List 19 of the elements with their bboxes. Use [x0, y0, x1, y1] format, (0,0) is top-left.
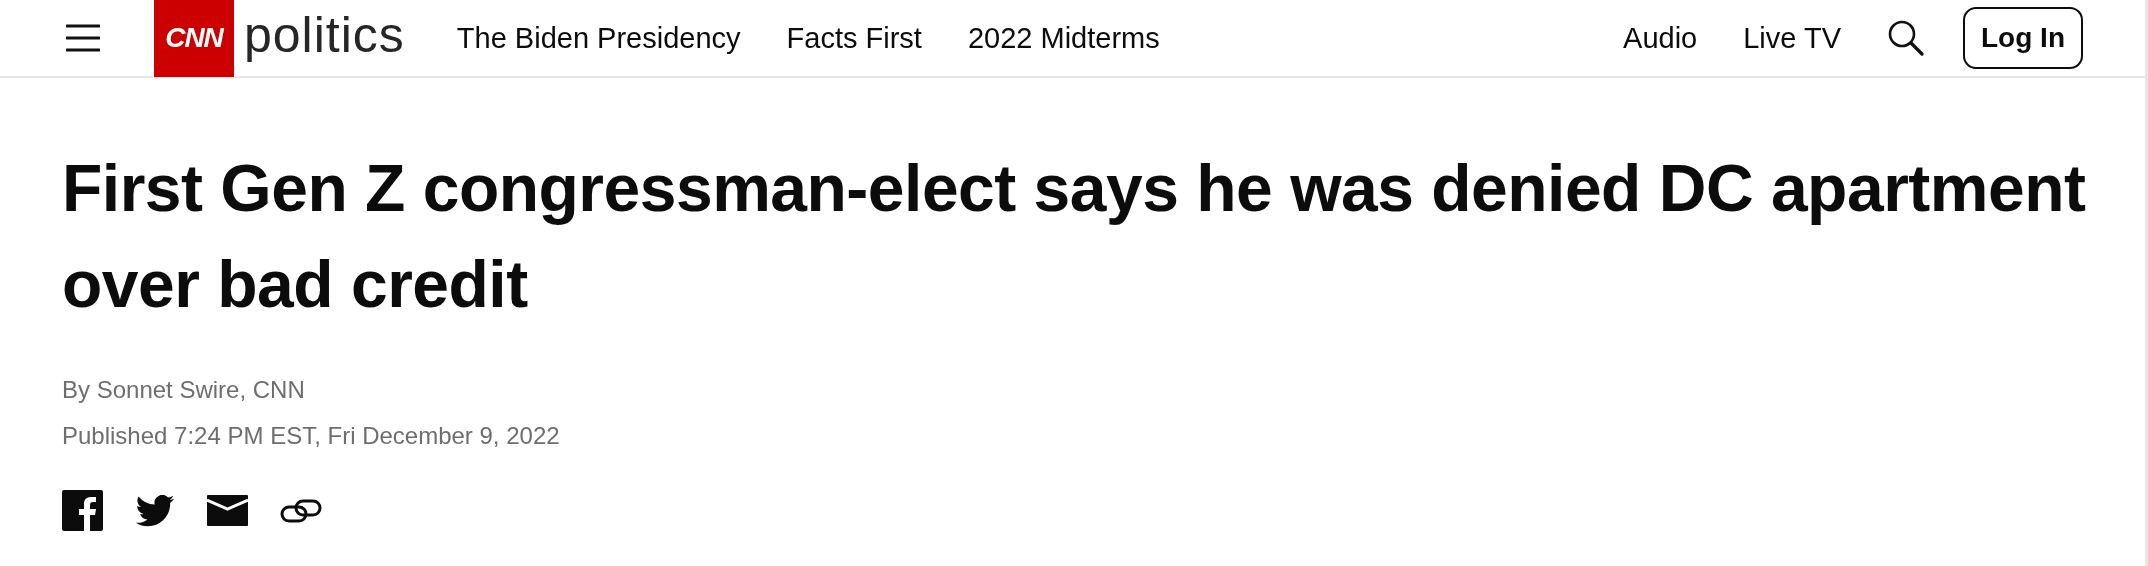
brand-logo[interactable]: CNN	[154, 0, 234, 77]
nav-link[interactable]: Audio	[1623, 21, 1698, 55]
search-icon	[1887, 19, 1925, 57]
nav-link[interactable]: Facts First	[786, 21, 922, 55]
menu-button[interactable]	[66, 24, 100, 52]
login-button[interactable]: Log In	[1963, 7, 2083, 69]
section-logo[interactable]: politics	[244, 10, 405, 66]
link-icon[interactable]	[280, 498, 322, 523]
email-icon[interactable]	[207, 495, 248, 526]
nav-link[interactable]: 2022 Midterms	[967, 21, 1160, 55]
facebook-icon[interactable]	[62, 490, 103, 531]
byline: By Sonnet Swire, CNN	[62, 376, 306, 404]
search-button[interactable]	[1887, 19, 1925, 57]
menu-icon	[66, 24, 100, 52]
nav-link[interactable]: The Biden Presidency	[456, 21, 741, 55]
headline: First Gen Z congressman-elect says he was denied DC apartment over bad credit	[62, 150, 2087, 323]
twitter-icon[interactable]	[135, 494, 175, 527]
nav-link[interactable]: Live TV	[1743, 21, 1841, 55]
publish-date: Published 7:24 PM EST, Fri December 9, 2022	[62, 422, 561, 450]
